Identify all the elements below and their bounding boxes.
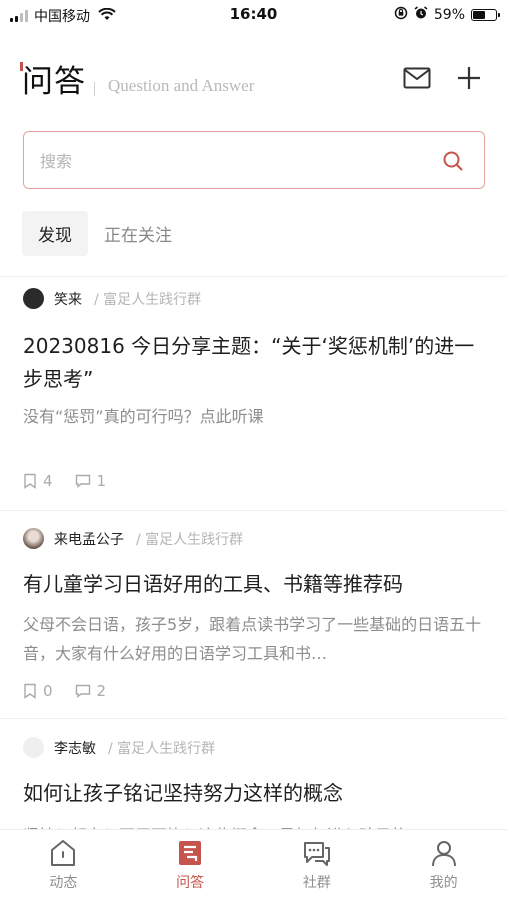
author-name[interactable]: 来电孟公子 [54,529,124,549]
chat-icon [303,842,330,866]
battery-percent: 59% [433,7,465,23]
tab-label: 动态 [49,875,78,891]
post-meta: 李志敏 / 富足人生践行群 [23,737,215,758]
post-stats: 4 1 [23,472,106,490]
battery-icon [471,9,500,21]
comment-count: 1 [96,472,107,490]
qa-icon [179,841,202,865]
avatar[interactable] [23,737,44,758]
comment-icon [75,684,90,698]
mail-icon [403,67,431,89]
messages-button[interactable] [401,62,433,94]
add-question-button[interactable] [453,62,485,94]
post-meta: 来电孟公子 / 富足人生践行群 [23,528,243,549]
group-name[interactable]: / 富足人生践行群 [108,738,215,758]
post-title[interactable]: 如何让孩子铭记坚持努力这样的概念 [23,777,488,810]
feed-tabs: 发现 正在关注 [22,211,188,256]
group-name[interactable]: / 富足人生践行群 [136,529,243,549]
comment-stat[interactable]: 2 [75,682,107,700]
avatar[interactable] [23,288,44,309]
plus-icon [458,67,480,89]
comment-count: 2 [96,682,107,700]
comment-icon [75,474,90,488]
title-divider [94,82,95,96]
status-bar: 中国移动 16:40 59% [0,0,507,32]
divider [0,510,507,511]
bookmark-stat[interactable]: 0 [23,682,53,700]
orientation-lock-icon [394,6,408,24]
person-icon [431,841,456,867]
tab-label: 社群 [302,875,331,891]
group-name[interactable]: / 富足人生践行群 [94,289,201,309]
tab-community[interactable]: 社群 [254,830,381,901]
tab-following[interactable]: 正在关注 [88,211,188,256]
search-input[interactable] [38,132,432,190]
bookmark-icon [24,473,36,489]
author-name[interactable]: 李志敏 [54,738,96,758]
post-excerpt[interactable]: 没有“惩罚”真的可行吗？点此听课 [23,402,483,431]
post-meta: 笑来 / 富足人生践行群 [23,288,201,309]
alarm-icon [414,6,428,24]
avatar[interactable] [23,528,44,549]
divider [0,718,507,719]
search-box[interactable] [23,131,485,190]
home-icon [51,840,76,866]
search-icon[interactable] [442,150,464,176]
author-name[interactable]: 笑来 [54,289,82,309]
page-subtitle: Question and Answer [108,76,255,95]
post-title[interactable]: 有儿童学习日语好用的工具、书籍等推荐码 [23,568,488,601]
battery-fill [473,11,485,19]
post-stats: 0 2 [23,682,106,700]
post-excerpt[interactable]: 父母不会日语，孩子5岁，跟着点读书学习了一些基础的日语五十音，大家有什么好用的日… [23,610,483,668]
bookmark-count: 0 [43,682,53,700]
bookmark-count: 4 [43,472,53,490]
bottom-tab-bar: 动态 问答 社群 我的 [0,829,507,901]
tab-qa[interactable]: 问答 [127,830,254,901]
tab-label: 我的 [429,875,458,891]
post-title[interactable]: 20230816 今日分享主题：“关于‘奖惩机制’的进一步思考” [23,330,488,396]
status-right: 59% [394,6,500,24]
bookmark-stat[interactable]: 4 [23,472,53,490]
page-title: 问答 [22,64,86,100]
tab-activity[interactable]: 动态 [0,830,127,901]
bookmark-icon [24,683,36,699]
comment-stat[interactable]: 1 [75,472,107,490]
tab-me[interactable]: 我的 [380,830,507,901]
page-header: 问答 Question and Answer [20,56,485,104]
tab-label: 问答 [176,875,205,891]
tab-discover[interactable]: 发现 [22,211,88,256]
divider [0,276,507,277]
